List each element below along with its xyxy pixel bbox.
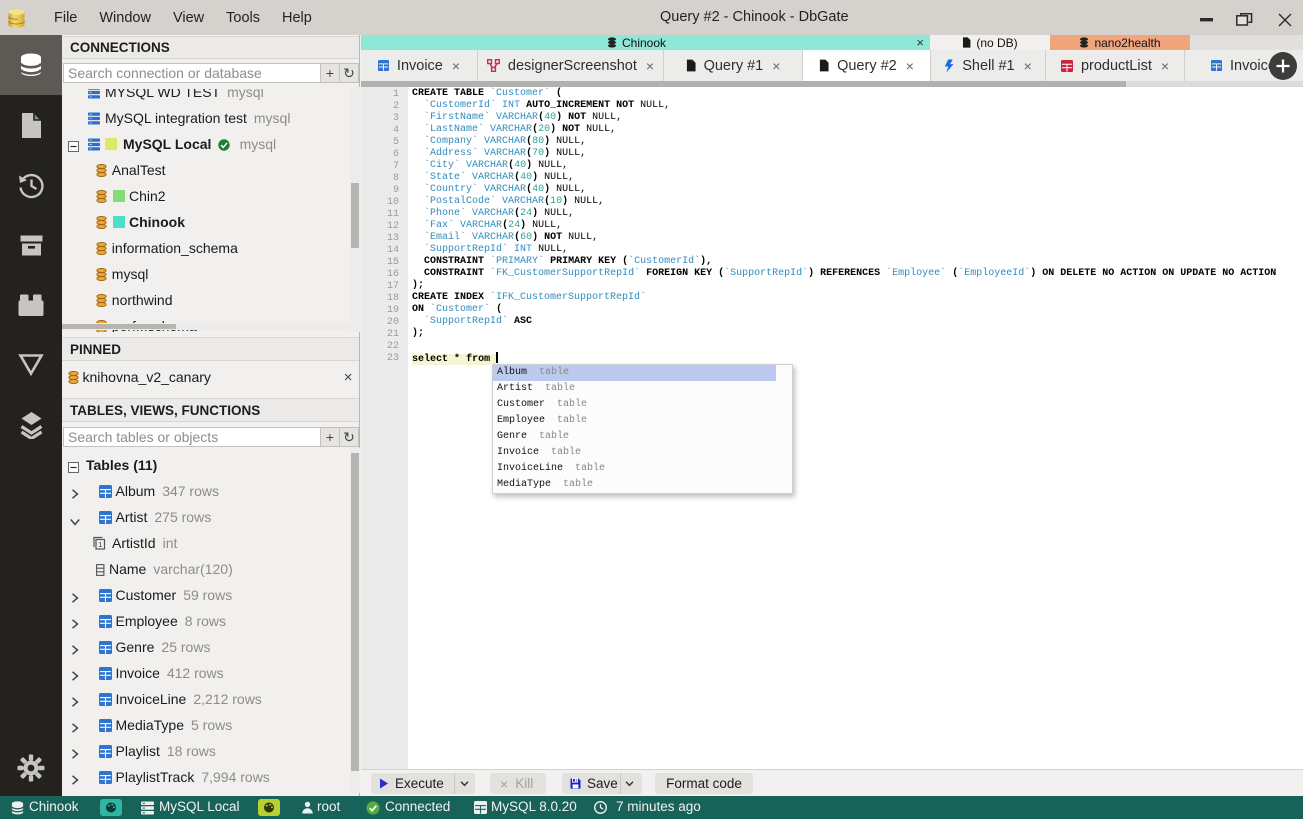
svg-text:1: 1 bbox=[99, 540, 103, 549]
